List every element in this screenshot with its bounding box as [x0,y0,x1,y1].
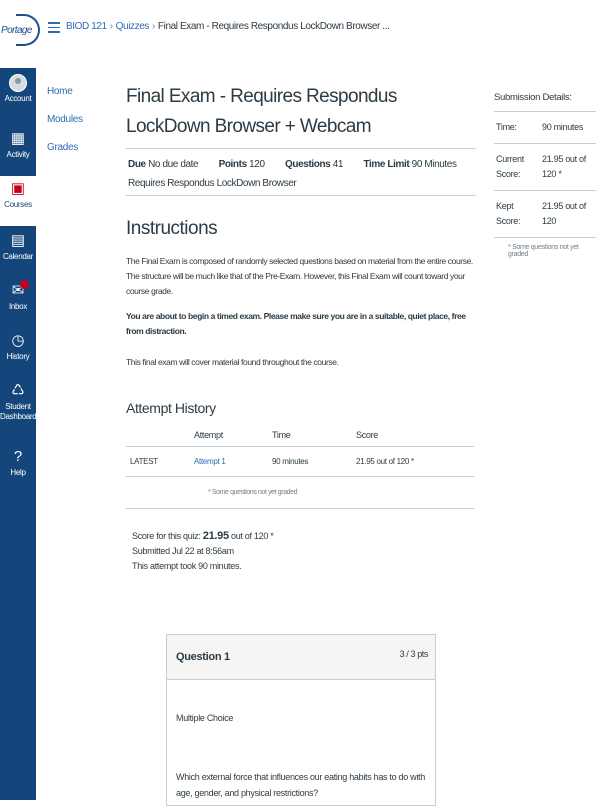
page-title: Final Exam - Requires Respondus LockDown… [126,86,397,137]
history-icon: ◷ [11,332,25,349]
attempt-time: 90 minutes [268,446,352,477]
school-logo[interactable]: Portage [0,0,40,68]
divider [126,195,476,196]
instructions-paragraph: The Final Exam is composed of randomly s… [126,256,473,296]
nav-student-dashboard-label: Student Dashboard [0,402,37,421]
nav-activity[interactable]: ▦ Activity [0,130,36,160]
latest-tag: LATEST [126,446,190,477]
course-nav-modules[interactable]: Modules [47,114,83,125]
table-row: Current Score: 21.95 out of 120 * [494,143,596,191]
question-type: Multiple Choice [176,713,234,723]
due-label: Due [128,159,146,170]
grading-note: * Some questions not yet graded [508,244,579,258]
instructions-paragraph: This final exam will cover material foun… [126,357,339,367]
nav-calendar-label: Calendar [2,252,34,261]
table-row: LATEST Attempt 1 90 minutes 21.95 out of… [126,446,474,477]
points-item: Points 120 [219,159,265,170]
question-text: Which external force that influences our… [176,772,425,798]
breadcrumb-current: Final Exam - Requires Respondus LockDown… [157,21,390,32]
breadcrumb-quizzes[interactable]: Quizzes [116,21,150,32]
breadcrumb-course[interactable]: BIOD 121 [66,21,107,32]
grading-note: * Some questions not yet graded [126,477,474,509]
table-row: Time: 90 minutes [494,112,596,144]
inbox-icon: ✉ [11,282,25,299]
help-icon: ? [13,448,23,465]
nav-help[interactable]: ? Help [0,448,36,478]
score-suffix: out of 120 * [230,531,274,541]
nav-activity-label: Activity [6,150,30,159]
chevron-right-icon: › [151,21,155,32]
lockdown-requirement: Requires Respondus LockDown Browser [128,178,297,189]
score-value: 21.95 [202,530,229,542]
time-limit-value: 90 Minutes [411,159,457,170]
detail-value: 21.95 out of 120 * [540,143,596,191]
detail-key: Time: [494,112,540,144]
calendar-icon: ▤ [10,232,26,249]
attempt-duration: This attempt took 90 minutes. [132,561,242,571]
nav-help-label: Help [10,468,26,477]
score-summary: Score for this quiz: 21.95 out of 120 * … [132,529,476,574]
column-header [126,424,190,447]
question-header: Question 1 3 / 3 pts [167,635,435,680]
page-header: BIOD 121 › Quizzes › Final Exam - Requires R… [36,0,606,58]
question-card: Question 1 3 / 3 pts Multiple Choice Whi… [166,634,436,806]
attempt-history-table: Attempt Time Score LATEST Attempt 1 90 m… [126,424,474,477]
main-content: Final Exam - Requires Respondus LockDown… [126,82,476,574]
due-value: No due date [148,159,199,170]
dashboard-icon: ♺ [11,382,25,399]
hamburger-menu-icon[interactable] [48,22,60,33]
time-limit-item: Time Limit 90 Minutes [363,159,457,170]
nav-courses[interactable]: ▣ Courses [0,176,36,226]
detail-key: Current Score: [494,143,540,191]
questions-label: Questions [285,159,331,170]
points-label: Points [218,159,248,170]
avatar [9,74,27,92]
nav-courses-label: Courses [4,200,32,209]
nav-account[interactable]: Account [0,74,36,104]
detail-value: 21.95 out of 120 [540,190,596,238]
submission-details: Submission Details: Time: 90 minutes Cur… [494,92,596,258]
due-item: Due No due date [128,159,199,170]
column-header: Score [352,424,474,447]
logo-text: Portage [1,25,32,36]
detail-key: Kept Score: [494,190,540,238]
attempt-link[interactable]: Attempt 1 [194,457,226,466]
question-title: Question 1 [176,651,230,663]
courses-icon: ▣ [10,180,26,197]
submission-details-table: Time: 90 minutes Current Score: 21.95 ou… [494,112,596,238]
attempt-score: 21.95 out of 120 * [352,446,474,477]
nav-account-label: Account [4,94,32,103]
table-row: Kept Score: 21.95 out of 120 [494,190,596,238]
breadcrumb: BIOD 121 › Quizzes › Final Exam - Requires R… [66,21,390,32]
nav-inbox[interactable]: ✉ Inbox [0,280,36,312]
quiz-details: Due No due date Points 120 Questions 41 … [126,149,476,195]
nav-student-dashboard[interactable]: ♺ Student Dashboard [0,382,37,422]
column-header: Attempt [190,424,268,447]
unread-badge [20,280,29,289]
points-value: 120 [249,159,265,170]
nav-history[interactable]: ◷ History [0,332,36,362]
nav-inbox-label: Inbox [8,302,28,311]
chevron-right-icon: › [109,21,113,32]
activity-icon: ▦ [10,130,26,147]
instructions-heading: Instructions [126,218,218,239]
course-nav: Home Modules Grades [47,86,83,170]
questions-value: 41 [332,159,344,170]
questions-item: Questions 41 [285,159,343,170]
course-nav-grades[interactable]: Grades [47,142,83,153]
question-points: 3 / 3 pts [399,649,429,659]
detail-value: 90 minutes [540,112,596,144]
course-nav-home[interactable]: Home [47,86,83,97]
attempt-history-heading: Attempt History [126,400,216,416]
instructions-warning: You are about to begin a timed exam. Ple… [126,311,466,336]
time-limit-label: Time Limit [363,159,410,170]
global-nav: Portage Account ▦ Activity ▣ Courses ▤ C… [0,0,40,800]
score-prefix: Score for this quiz: [132,531,201,541]
nav-history-label: History [6,352,30,361]
submission-details-heading: Submission Details: [494,92,596,112]
submitted-time: Submitted Jul 22 at 8:56am [132,546,234,556]
column-header: Time [268,424,352,447]
nav-calendar[interactable]: ▤ Calendar [0,232,36,262]
